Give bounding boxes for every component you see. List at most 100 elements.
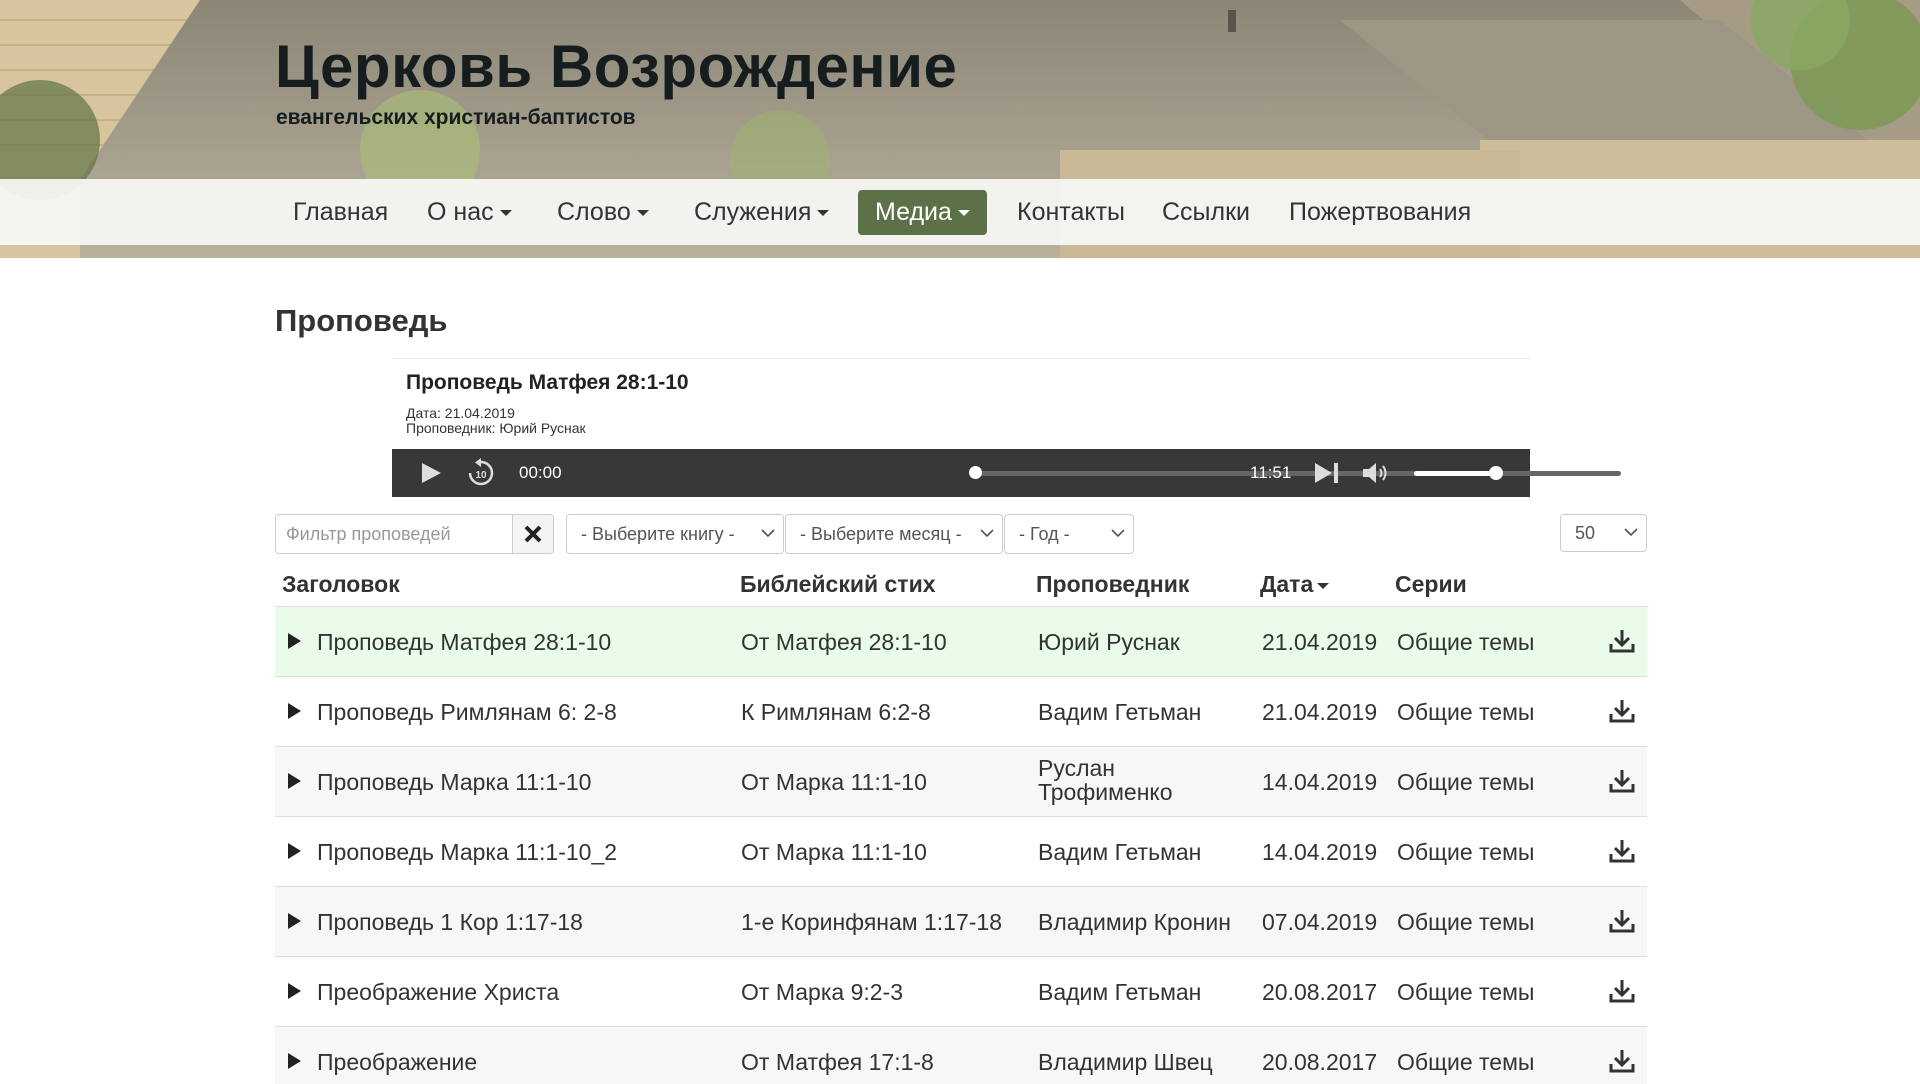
- row-preacher: Вадим Гетьман: [1038, 839, 1202, 865]
- table-row[interactable]: Преображение Христа От Марка 9:2-3 Вадим…: [275, 956, 1647, 1027]
- chevron-down-icon: [1111, 529, 1125, 538]
- site-subtitle: евангельских христиан-баптистов: [276, 106, 636, 129]
- row-verse: От Марка 11:1-10: [741, 839, 927, 865]
- chevron-down-icon: [980, 528, 994, 538]
- clear-filter-button[interactable]: [512, 514, 554, 554]
- main-navigation: Главная О нас Слово Служения Медиа Конта…: [0, 179, 1920, 245]
- download-icon[interactable]: [1609, 699, 1635, 723]
- play-row-icon[interactable]: [288, 1053, 301, 1069]
- download-icon[interactable]: [1609, 769, 1635, 793]
- nav-item-donations[interactable]: Пожертвования: [1272, 190, 1488, 235]
- row-preacher: Владимир Кронин: [1038, 909, 1231, 935]
- play-icon[interactable]: [420, 462, 442, 484]
- nav-item-about[interactable]: О нас: [410, 190, 529, 235]
- row-title: Проповедь Матфея 28:1-10: [317, 629, 612, 655]
- book-select-value: - Выберите книгу -: [581, 524, 735, 544]
- row-date: 14.04.2019: [1262, 769, 1378, 795]
- column-header-title[interactable]: Заголовок: [282, 571, 400, 598]
- row-verse: От Марка 11:1-10: [741, 769, 927, 795]
- per-page-select[interactable]: 50: [1560, 514, 1647, 552]
- row-preacher: Вадим Гетьман: [1038, 979, 1202, 1005]
- header-banner: Церковь Возрождение евангельских христиа…: [0, 0, 1920, 258]
- chevron-down-icon: [761, 529, 775, 538]
- page-title: Проповедь: [275, 303, 448, 338]
- row-preacher: Вадим Гетьман: [1038, 699, 1202, 725]
- table-row[interactable]: Проповедь Марка 11:1-10 От Марка 11:1-10…: [275, 746, 1647, 817]
- now-playing-title: Проповедь Матфея 28:1-10: [406, 371, 689, 394]
- close-icon: [524, 525, 542, 543]
- play-row-icon[interactable]: [288, 633, 301, 649]
- row-date: 20.08.2017: [1262, 1049, 1378, 1075]
- table-row[interactable]: Проповедь 1 Кор 1:17-18 1-е Коринфянам 1…: [275, 886, 1647, 957]
- per-page-value: 50: [1575, 523, 1596, 543]
- row-title: Проповедь 1 Кор 1:17-18: [317, 909, 583, 935]
- column-header-preacher[interactable]: Проповедник: [1036, 571, 1189, 598]
- play-row-icon[interactable]: [288, 913, 301, 929]
- download-icon[interactable]: [1609, 1049, 1635, 1073]
- divider: [392, 358, 1530, 359]
- row-preacher: Руслан Трофименко: [1038, 755, 1173, 805]
- nav-item-label: Медиа: [875, 198, 952, 226]
- book-select[interactable]: - Выберите книгу -: [566, 514, 784, 554]
- row-verse: От Матфея 17:1-8: [741, 1049, 934, 1075]
- row-date: 14.04.2019: [1262, 839, 1378, 865]
- month-select[interactable]: - Выберите месяц -: [785, 514, 1003, 554]
- row-date: 21.04.2019: [1262, 699, 1378, 725]
- row-preacher: Юрий Руснак: [1038, 629, 1180, 655]
- nav-item-media[interactable]: Медиа: [858, 190, 987, 235]
- row-series: Общие темы: [1397, 769, 1535, 795]
- year-select-value: - Год -: [1019, 524, 1070, 544]
- nav-item-ministries[interactable]: Служения: [677, 190, 846, 235]
- caret-down-icon: [957, 210, 970, 217]
- site-title[interactable]: Церковь Возрождение: [275, 32, 957, 101]
- row-verse: 1-е Коринфянам 1:17-18: [741, 909, 1002, 935]
- row-date: 20.08.2017: [1262, 979, 1378, 1005]
- nav-item-label: Главная: [293, 198, 389, 226]
- column-header-series[interactable]: Серии: [1395, 571, 1467, 598]
- column-header-verse[interactable]: Библейский стих: [740, 571, 936, 598]
- download-icon[interactable]: [1609, 979, 1635, 1003]
- play-row-icon[interactable]: [288, 983, 301, 999]
- skip-next-icon[interactable]: [1314, 462, 1340, 484]
- row-title: Преображение Христа: [317, 979, 560, 1005]
- row-verse: К Римлянам 6:2-8: [741, 699, 931, 725]
- nav-item-label: О нас: [427, 198, 494, 226]
- download-icon[interactable]: [1609, 909, 1635, 933]
- nav-item-label: Ссылки: [1162, 198, 1251, 226]
- table-row[interactable]: Проповедь Матфея 28:1-10 От Матфея 28:1-…: [275, 606, 1647, 677]
- svg-text:10: 10: [475, 470, 487, 481]
- progress-track[interactable]: [971, 471, 1621, 476]
- volume-slider[interactable]: [1414, 471, 1498, 476]
- progress-handle[interactable]: [969, 466, 982, 479]
- nav-item-contacts[interactable]: Контакты: [1000, 190, 1142, 235]
- chevron-down-icon: [1624, 528, 1638, 537]
- volume-handle[interactable]: [1489, 466, 1503, 480]
- nav-item-links[interactable]: Ссылки: [1145, 190, 1267, 235]
- audio-player: 10 00:00 11:51: [392, 449, 1621, 497]
- rewind-10-icon[interactable]: 10: [466, 458, 496, 488]
- download-icon[interactable]: [1609, 629, 1635, 653]
- download-icon[interactable]: [1609, 839, 1635, 863]
- nav-item-word[interactable]: Слово: [540, 190, 666, 235]
- nav-item-home[interactable]: Главная: [276, 190, 405, 235]
- year-select[interactable]: - Год -: [1004, 514, 1134, 554]
- now-playing-preacher: Проповедник: Юрий Руснак: [406, 420, 586, 436]
- table-row[interactable]: Проповедь Римлянам 6: 2-8 К Римлянам 6:2…: [275, 676, 1647, 747]
- nav-item-label: Контакты: [1017, 198, 1125, 226]
- current-time: 00:00: [519, 463, 562, 482]
- play-row-icon[interactable]: [288, 703, 301, 719]
- row-title: Проповедь Марка 11:1-10: [317, 769, 592, 795]
- caret-down-icon: [817, 210, 830, 217]
- nav-item-label: Служения: [694, 198, 812, 226]
- play-row-icon[interactable]: [288, 773, 301, 789]
- volume-icon[interactable]: [1362, 462, 1390, 484]
- sermon-filter-input[interactable]: [275, 514, 513, 554]
- caret-down-icon: [499, 210, 512, 217]
- table-row[interactable]: Преображение От Матфея 17:1-8 Владимир Ш…: [275, 1026, 1647, 1084]
- row-title: Проповедь Римлянам 6: 2-8: [317, 699, 617, 725]
- column-header-date[interactable]: Дата: [1260, 571, 1330, 598]
- now-playing-date: Дата: 21.04.2019: [406, 405, 515, 421]
- row-date: 07.04.2019: [1262, 909, 1378, 935]
- play-row-icon[interactable]: [288, 843, 301, 859]
- table-row[interactable]: Проповедь Марка 11:1-10_2 От Марка 11:1-…: [275, 816, 1647, 887]
